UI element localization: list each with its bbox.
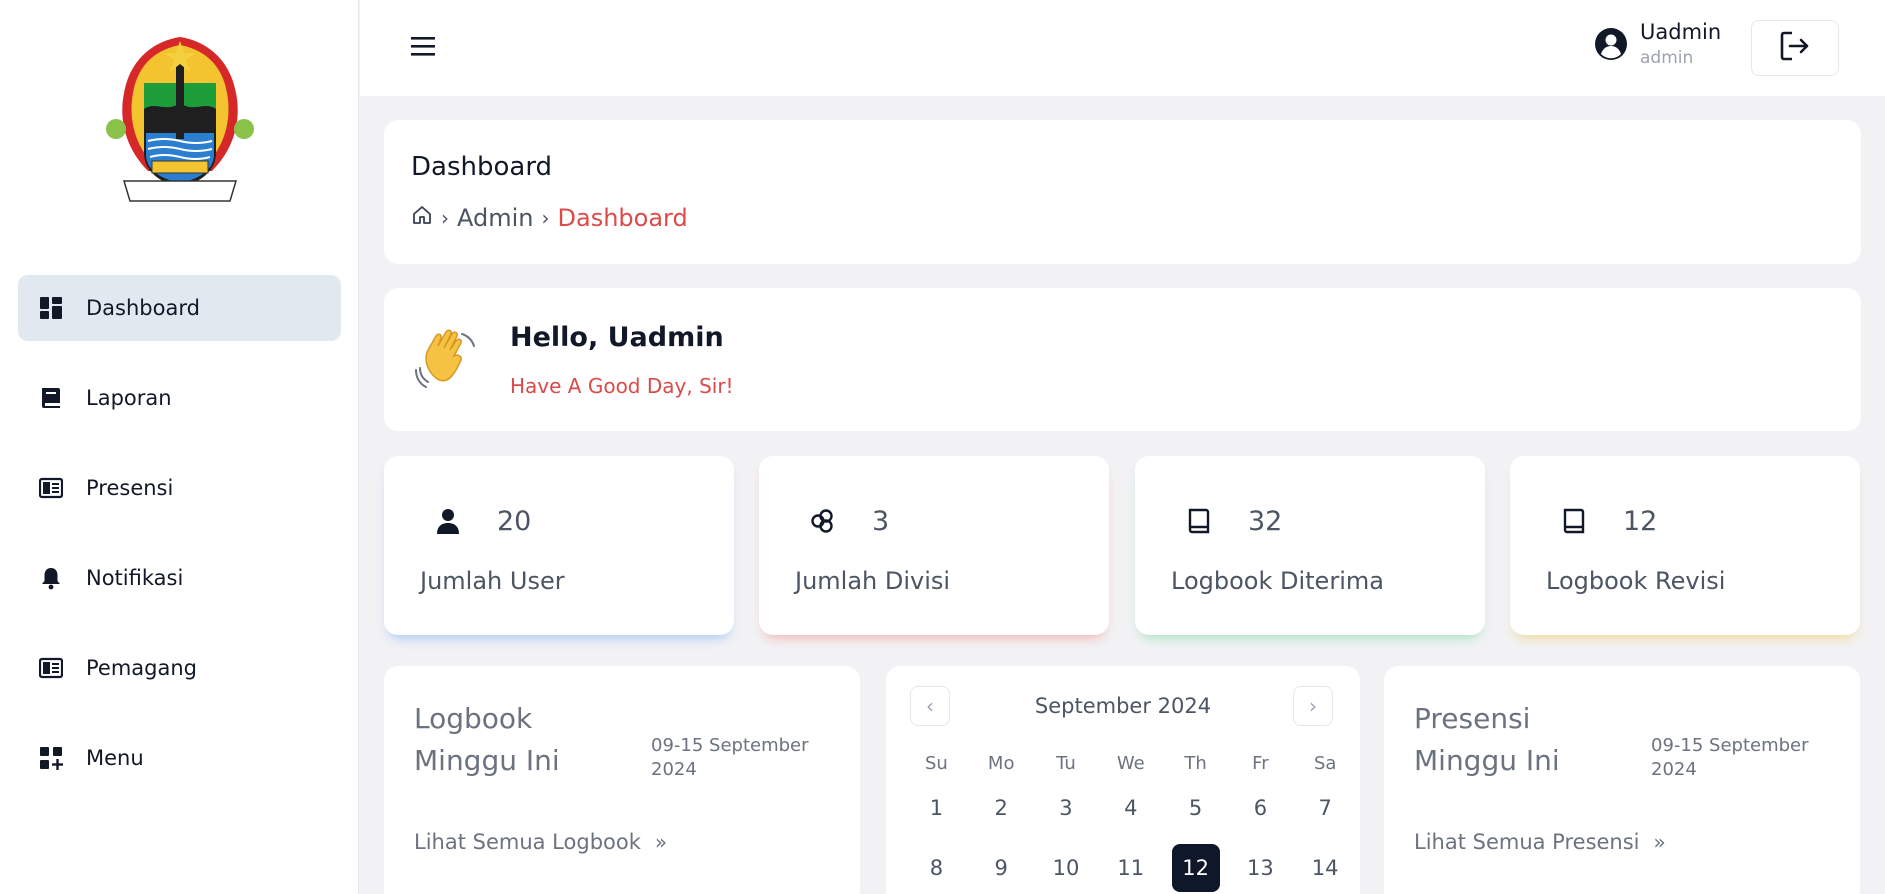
user-name: Uadmin [1640,20,1722,44]
weekday: Th [1184,752,1207,774]
weekday: Tu [1056,752,1076,774]
calendar-day[interactable]: 2 [977,784,1025,832]
divisi-icon [809,507,837,535]
stat-label: Logbook Diterima [1171,567,1384,595]
jawa-tengah-logo [104,33,256,205]
weekday: Sa [1313,752,1337,774]
calendar-day-selected[interactable]: 12 [1171,844,1220,892]
greeting-subtitle: Have A Good Day, Sir! [510,374,734,398]
stat-label: Jumlah Divisi [795,567,951,595]
sidebar-item-laporan[interactable]: Laporan [18,365,341,431]
greeting-card: Hello, Uadmin Have A Good Day, Sir! [384,288,1861,431]
weekday: Mo [987,752,1015,774]
menu-add-icon [38,745,64,771]
calendar-day[interactable]: 7 [1301,784,1349,832]
sidebar: Dashboard Laporan Presensi Notifikasi Pe… [0,0,359,894]
logbook-icon [1560,507,1588,535]
date-range: 09-15 September 2024 [1651,735,1809,780]
logout-button[interactable] [1751,20,1839,76]
greeting-title: Hello, Uadmin [510,322,724,353]
weekday: Su [924,752,948,774]
card-title: Presensi Minggu Ini [1414,702,1560,777]
sidebar-item-presensi[interactable]: Presensi [18,455,341,521]
chevron-right-icon: › [541,206,550,230]
stat-value: 3 [872,506,890,537]
calendar-day[interactable]: 8 [912,844,960,892]
stat-value: 20 [497,506,532,537]
stat-value: 32 [1248,506,1283,537]
topbar: Uadmin admin [360,0,1885,96]
user-icon [434,507,462,535]
weekday: Fr [1252,752,1269,774]
sidebar-item-pemagang[interactable]: Pemagang [18,635,341,701]
sidebar-item-dashboard[interactable]: Dashboard [18,275,341,341]
view-all-logbook-link[interactable]: Lihat Semua Logbook » [414,830,667,854]
calendar-day[interactable]: 6 [1236,784,1284,832]
logbook-icon [1185,507,1213,535]
card-title: Logbook Minggu Ini [414,702,560,777]
calendar-month: September 2024 [1034,694,1212,718]
pemagang-icon [38,655,64,681]
stat-card-jumlah-user[interactable]: 20 Jumlah User [384,456,734,635]
calendar-day[interactable]: 13 [1236,844,1284,892]
double-chevron-right-icon: » [654,830,668,854]
calendar-day[interactable]: 10 [1042,844,1090,892]
home-icon[interactable] [411,204,433,232]
stat-value: 12 [1623,506,1658,537]
waving-hand-icon [414,324,480,390]
breadcrumb-current: Dashboard [557,204,688,232]
chevron-right-icon: › [441,206,449,230]
sidebar-item-label: Menu [86,746,144,770]
logbook-week-card: Logbook Minggu Ini 09-15 September 2024 … [384,666,860,894]
calendar-week: 8 9 10 11 12 13 14 [904,838,1358,894]
stat-label: Jumlah User [420,567,565,595]
calendar-next-button[interactable]: › [1293,686,1333,726]
presensi-week-card: Presensi Minggu Ini 09-15 September 2024… [1384,666,1860,894]
calendar-day[interactable]: 4 [1107,784,1155,832]
calendar-day[interactable]: 5 [1172,784,1220,832]
sidebar-item-label: Dashboard [86,296,200,320]
dashboard-icon [38,295,64,321]
calendar: ‹ September 2024 › Su Mo Tu We Th Fr Sa … [886,666,1360,894]
chevron-right-icon: › [1309,694,1317,718]
calendar-day[interactable]: 3 [1042,784,1090,832]
stat-card-jumlah-divisi[interactable]: 3 Jumlah Divisi [759,456,1109,635]
sidebar-item-label: Presensi [86,476,174,500]
sidebar-item-notifikasi[interactable]: Notifikasi [18,545,341,611]
user-role: admin [1640,48,1694,68]
link-label: Lihat Semua Logbook [414,830,641,854]
calendar-day[interactable]: 11 [1107,844,1155,892]
hamburger-menu-icon[interactable] [410,34,438,58]
calendar-grid: Su Mo Tu We Th Fr Sa 1 2 3 4 5 6 7 8 9 1… [904,748,1358,894]
calendar-day[interactable]: 14 [1301,844,1349,892]
user-avatar-icon [1594,27,1628,61]
stat-card-logbook-revisi[interactable]: 12 Logbook Revisi [1510,456,1860,635]
logout-icon [1778,29,1812,67]
page-header-card: Dashboard › Admin › Dashboard [384,120,1861,264]
view-all-presensi-link[interactable]: Lihat Semua Presensi » [1414,830,1666,854]
presensi-icon [38,475,64,501]
link-label: Lihat Semua Presensi [1414,830,1640,854]
weekday-header: Su Mo Tu We Th Fr Sa [904,748,1358,778]
user-profile[interactable]: Uadmin admin [1594,20,1721,68]
stat-label: Logbook Revisi [1546,567,1726,595]
calendar-week: 1 2 3 4 5 6 7 [904,778,1358,838]
book-icon [38,385,64,411]
sidebar-item-menu[interactable]: Menu [18,725,341,791]
sidebar-item-label: Notifikasi [86,566,184,590]
weekday: We [1116,752,1145,774]
breadcrumb-admin[interactable]: Admin [457,204,534,232]
double-chevron-right-icon: » [1653,830,1666,854]
date-range: 09-15 September 2024 [651,735,809,780]
sidebar-item-label: Laporan [86,386,172,410]
sidebar-nav: Dashboard Laporan Presensi Notifikasi Pe… [18,275,341,815]
calendar-day[interactable]: 1 [912,784,960,832]
bell-icon [38,565,64,591]
page-title: Dashboard [411,152,553,182]
calendar-day[interactable]: 9 [977,844,1025,892]
sidebar-item-label: Pemagang [86,656,197,680]
stat-card-logbook-diterima[interactable]: 32 Logbook Diterima [1135,456,1485,635]
breadcrumb: › Admin › Dashboard [411,204,688,232]
